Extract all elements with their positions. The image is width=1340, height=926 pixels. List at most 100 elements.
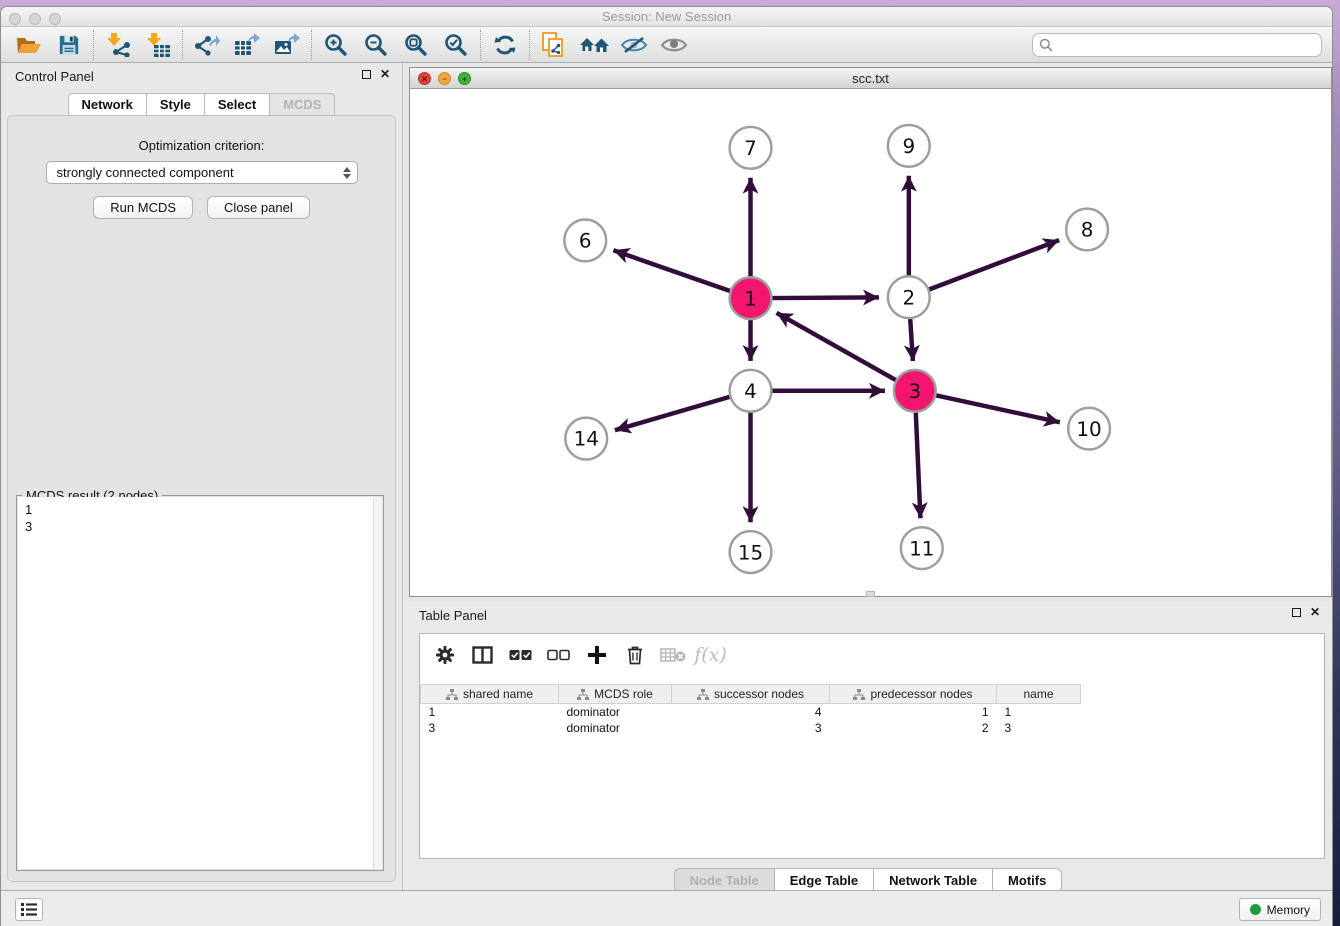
export-table-button[interactable] xyxy=(227,30,267,60)
table-settings-button[interactable] xyxy=(430,641,459,670)
graph-edge[interactable] xyxy=(910,318,913,361)
graph-node-label: 6 xyxy=(579,230,592,253)
tab-select[interactable]: Select xyxy=(204,93,269,116)
column-header-mcds-role[interactable]: MCDS role xyxy=(559,685,672,704)
table-cell[interactable]: 4 xyxy=(672,704,830,720)
network-canvas[interactable]: 1234678910111415 xyxy=(410,89,1331,596)
toolbar-separator xyxy=(480,30,481,60)
dropdown-stepper-icon xyxy=(343,167,353,179)
table-cell[interactable]: 3 xyxy=(997,720,1081,736)
table-cell[interactable]: 3 xyxy=(421,720,559,736)
close-panel-icon[interactable]: ✕ xyxy=(380,69,390,80)
select-all-columns-button[interactable] xyxy=(506,641,535,670)
task-history-button[interactable] xyxy=(15,898,43,921)
table-cell[interactable]: 3 xyxy=(672,720,830,736)
network-maximize-button[interactable]: + xyxy=(458,72,471,85)
node-table-container: f(x) shared name xyxy=(419,633,1325,859)
table-panel: Table Panel ✕ xyxy=(404,601,1332,890)
minimize-window-button[interactable] xyxy=(29,13,41,25)
graph-node-label: 11 xyxy=(909,537,934,560)
column-header-shared-name[interactable]: shared name xyxy=(421,685,559,704)
table-cell[interactable]: 2 xyxy=(830,720,997,736)
save-session-button[interactable] xyxy=(49,30,89,60)
node-table-body: 1dominator4113dominator323 xyxy=(421,704,1081,736)
column-type-icon xyxy=(577,689,589,700)
memory-status-icon xyxy=(1250,904,1261,915)
open-session-button[interactable] xyxy=(9,30,49,60)
table-cell[interactable]: 1 xyxy=(997,704,1081,720)
deselect-all-columns-button[interactable] xyxy=(544,641,573,670)
table-cell[interactable]: dominator xyxy=(559,704,672,720)
table-toolbar: f(x) xyxy=(420,634,1324,676)
network-file-button[interactable] xyxy=(534,30,574,60)
mcds-result-group: MCDS result (2 nodes) 1 3 xyxy=(16,495,384,871)
close-window-button[interactable] xyxy=(9,13,21,25)
tab-style[interactable]: Style xyxy=(146,93,204,116)
table-row[interactable]: 1dominator411 xyxy=(421,704,1081,720)
home-button[interactable] xyxy=(574,30,614,60)
network-window: ✕ − + scc.txt 1234678910111415 xyxy=(409,67,1332,597)
create-column-button[interactable] xyxy=(582,641,611,670)
graph-edge[interactable] xyxy=(777,313,897,381)
column-header-successor-nodes[interactable]: successor nodes xyxy=(672,685,830,704)
graph-edge[interactable] xyxy=(935,395,1060,422)
splitter-handle[interactable] xyxy=(866,591,875,597)
search-input[interactable] xyxy=(1057,38,1315,52)
close-panel-button[interactable]: Close panel xyxy=(207,196,310,219)
graph-edge[interactable] xyxy=(928,240,1059,290)
optimization-criterion-dropdown[interactable]: strongly connected component xyxy=(46,161,358,184)
graph-edge[interactable] xyxy=(615,397,731,431)
float-table-panel-icon[interactable] xyxy=(1292,608,1301,617)
export-image-icon xyxy=(274,33,300,57)
table-cell[interactable]: 1 xyxy=(830,704,997,720)
memory-button[interactable]: Memory xyxy=(1239,898,1321,921)
checked-boxes-icon xyxy=(509,649,533,661)
window-controls[interactable] xyxy=(9,13,61,25)
gear-icon xyxy=(435,645,455,665)
hide-graphics-details-button[interactable] xyxy=(614,30,654,60)
delete-table-icon xyxy=(660,647,686,663)
import-table-button[interactable] xyxy=(138,30,178,60)
close-table-panel-icon[interactable]: ✕ xyxy=(1310,607,1320,618)
zoom-in-button[interactable] xyxy=(316,30,356,60)
zoom-window-button[interactable] xyxy=(49,13,61,25)
search-field[interactable] xyxy=(1032,33,1322,57)
graph-node-label: 8 xyxy=(1081,219,1094,242)
export-network-button[interactable] xyxy=(187,30,227,60)
delete-column-button[interactable] xyxy=(620,641,649,670)
column-header-name[interactable]: name xyxy=(997,685,1081,704)
table-cell[interactable]: 1 xyxy=(421,704,559,720)
float-panel-icon[interactable] xyxy=(362,70,371,79)
refresh-button[interactable] xyxy=(485,30,525,60)
show-graphics-details-button[interactable] xyxy=(654,30,694,60)
graph-edge[interactable] xyxy=(613,250,730,291)
zoom-fit-button[interactable] xyxy=(396,30,436,60)
network-close-button[interactable]: ✕ xyxy=(418,72,431,85)
network-minimize-button[interactable]: − xyxy=(438,72,451,85)
network-graph[interactable]: 1234678910111415 xyxy=(410,89,1331,596)
table-row[interactable]: 3dominator323 xyxy=(421,720,1081,736)
result-scrollbar[interactable] xyxy=(373,497,382,869)
show-column-button[interactable] xyxy=(468,641,497,670)
table-cell[interactable]: dominator xyxy=(559,720,672,736)
network-window-titlebar[interactable]: ✕ − + scc.txt xyxy=(410,68,1331,89)
zoom-selected-button[interactable] xyxy=(436,30,476,60)
export-image-button[interactable] xyxy=(267,30,307,60)
mcds-result-area[interactable]: 1 3 xyxy=(18,497,382,869)
column-header-predecessor-nodes[interactable]: predecessor nodes xyxy=(830,685,997,704)
tab-mcds[interactable]: MCDS xyxy=(269,93,335,116)
toolbar-separator xyxy=(529,30,530,60)
graph-edge[interactable] xyxy=(771,297,879,298)
delete-table-button[interactable] xyxy=(658,641,687,670)
import-network-button[interactable] xyxy=(98,30,138,60)
function-builder-button[interactable]: f(x) xyxy=(696,641,725,670)
split-columns-icon xyxy=(472,646,493,664)
optimization-criterion-label: Optimization criterion: xyxy=(8,138,395,153)
zoom-fit-icon xyxy=(404,33,428,57)
unchecked-boxes-icon xyxy=(547,649,571,661)
run-mcds-button[interactable]: Run MCDS xyxy=(93,196,193,219)
tab-network[interactable]: Network xyxy=(68,93,146,116)
zoom-out-button[interactable] xyxy=(356,30,396,60)
graph-edge[interactable] xyxy=(916,412,921,519)
column-type-icon xyxy=(853,689,865,700)
